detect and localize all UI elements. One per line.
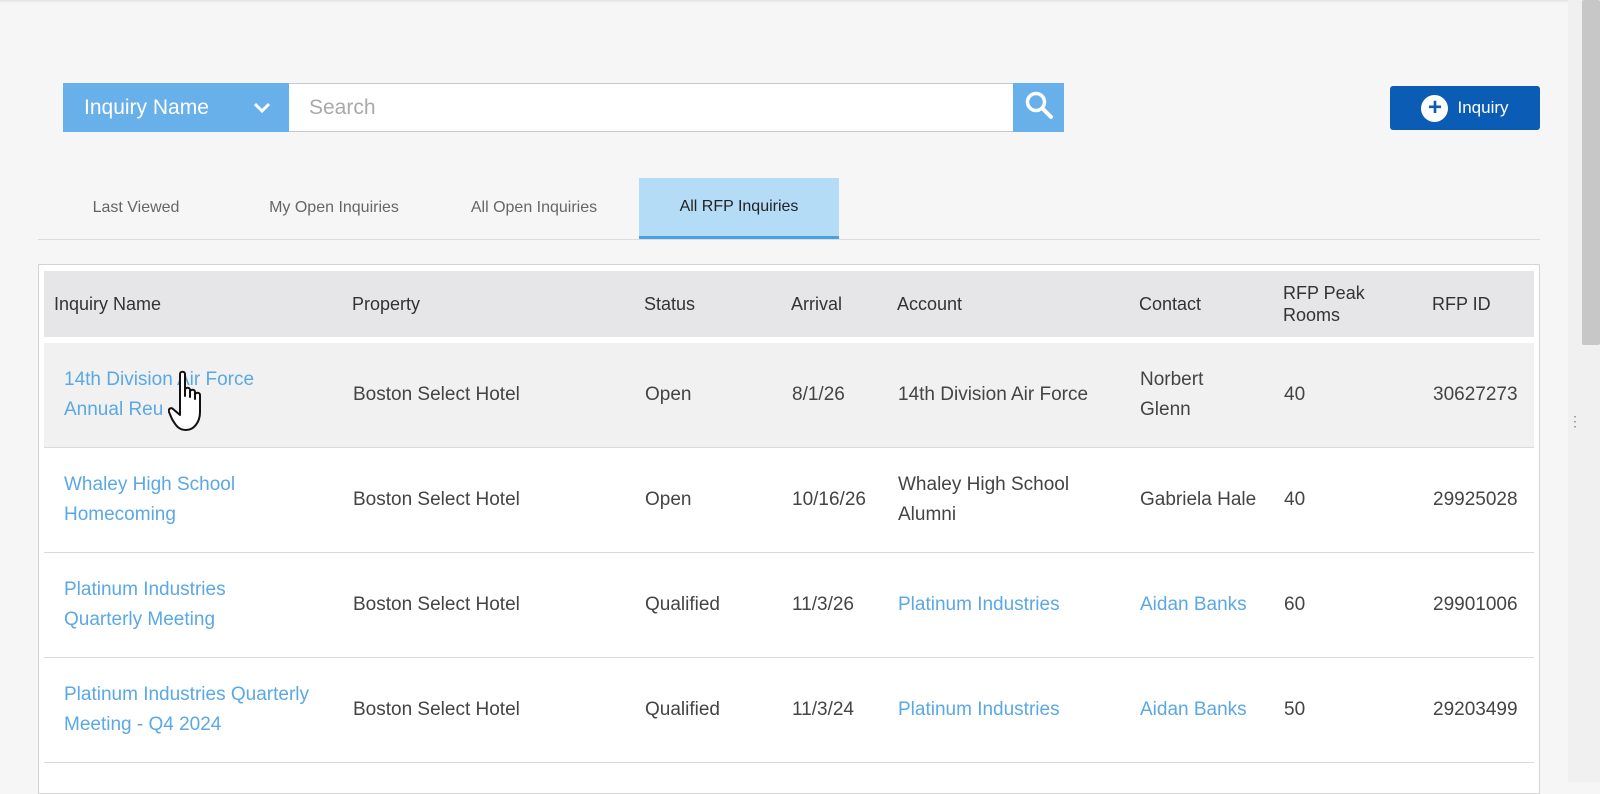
rfp-peak-rooms-cell: 50 (1284, 699, 1306, 720)
rfp-id-cell: 29203499 (1433, 699, 1518, 720)
inquiry-name-link[interactable]: Whaley High School Homecoming (64, 448, 264, 552)
tab-last-viewed[interactable]: Last Viewed (38, 178, 234, 238)
scrollbar-thumb[interactable] (1582, 0, 1600, 345)
status-cell: Qualified (645, 594, 720, 615)
property-cell: Boston Select Hotel (353, 594, 520, 615)
status-cell: Open (645, 489, 692, 510)
arrival-cell: 11/3/26 (792, 594, 854, 615)
arrival-cell: 10/16/26 (792, 489, 866, 510)
property-cell: Boston Select Hotel (353, 699, 520, 720)
arrival-cell: 8/1/26 (792, 384, 845, 405)
column-header-rfp-id[interactable]: RFP ID (1432, 271, 1491, 337)
status-cell: Qualified (645, 699, 720, 720)
search-bar: Inquiry Name (63, 83, 1064, 132)
contact-cell: Gabriela Hale (1140, 489, 1257, 510)
tab-my-open-inquiries[interactable]: My Open Inquiries (234, 178, 434, 238)
table-row[interactable]: Platinum Industries Quarterly Meeting - … (44, 658, 1534, 763)
add-inquiry-label: Inquiry (1457, 98, 1509, 117)
inquiry-name-link[interactable]: Platinum Industries Quarterly Meeting (64, 553, 264, 657)
more-options-icon[interactable]: ⋮ (1568, 414, 1582, 428)
search-icon (1024, 90, 1054, 125)
tab-all-rfp-inquiries[interactable]: All RFP Inquiries (639, 178, 839, 239)
add-inquiry-button[interactable]: + Inquiry (1390, 86, 1540, 130)
column-header-inquiry-name[interactable]: Inquiry Name (54, 271, 161, 337)
inquiry-name-link[interactable]: 14th Division Air Force Annual Reu (64, 343, 279, 447)
column-header-contact[interactable]: Contact (1139, 271, 1201, 337)
top-shadow (0, 0, 1568, 3)
property-cell: Boston Select Hotel (353, 489, 520, 510)
column-header-rfp-peak-rooms[interactable]: RFP Peak Rooms (1283, 271, 1378, 337)
arrival-cell: 11/3/24 (792, 699, 854, 720)
table-row[interactable]: 14th Division Air Force Annual Reu Bosto… (44, 343, 1534, 448)
column-header-status[interactable]: Status (644, 271, 695, 337)
rfp-peak-rooms-cell: 40 (1284, 384, 1306, 405)
inquiries-table: Inquiry Name Property Status Arrival Acc… (38, 264, 1540, 794)
contact-link[interactable]: Aidan Banks (1140, 658, 1247, 762)
chevron-down-icon (253, 102, 271, 114)
account-link[interactable]: Platinum Industries (898, 658, 1060, 762)
search-type-dropdown[interactable]: Inquiry Name (63, 83, 289, 132)
account-cell: Whaley High School Alumni (898, 474, 1070, 525)
search-input[interactable] (289, 83, 1013, 132)
contact-cell: Norbert Glenn (1140, 369, 1204, 420)
inquiry-tabs: Last Viewed My Open Inquiries All Open I… (38, 178, 1540, 240)
property-cell: Boston Select Hotel (353, 384, 520, 405)
rfp-id-cell: 29901006 (1433, 594, 1518, 615)
search-button[interactable] (1013, 83, 1064, 132)
rfp-id-cell: 30627273 (1433, 384, 1518, 405)
column-header-account[interactable]: Account (897, 271, 962, 337)
account-cell: 14th Division Air Force (898, 384, 1089, 405)
rfp-peak-rooms-cell: 60 (1284, 594, 1306, 615)
account-link[interactable]: Platinum Industries (898, 553, 1060, 657)
plus-circle-icon: + (1421, 94, 1449, 122)
status-cell: Open (645, 384, 692, 405)
tab-all-open-inquiries[interactable]: All Open Inquiries (434, 178, 634, 238)
column-header-property[interactable]: Property (352, 271, 420, 337)
table-row[interactable]: Whaley High School Homecoming Boston Sel… (44, 448, 1534, 553)
contact-link[interactable]: Aidan Banks (1140, 553, 1247, 657)
table-header: Inquiry Name Property Status Arrival Acc… (44, 271, 1534, 337)
search-type-label: Inquiry Name (84, 95, 209, 119)
rfp-peak-rooms-cell: 40 (1284, 489, 1306, 510)
column-header-arrival[interactable]: Arrival (791, 271, 842, 337)
rfp-id-cell: 29925028 (1433, 489, 1518, 510)
inquiry-name-link[interactable]: Platinum Industries Quarterly Meeting - … (64, 658, 324, 762)
table-row[interactable]: Platinum Industries Quarterly Meeting Bo… (44, 553, 1534, 658)
